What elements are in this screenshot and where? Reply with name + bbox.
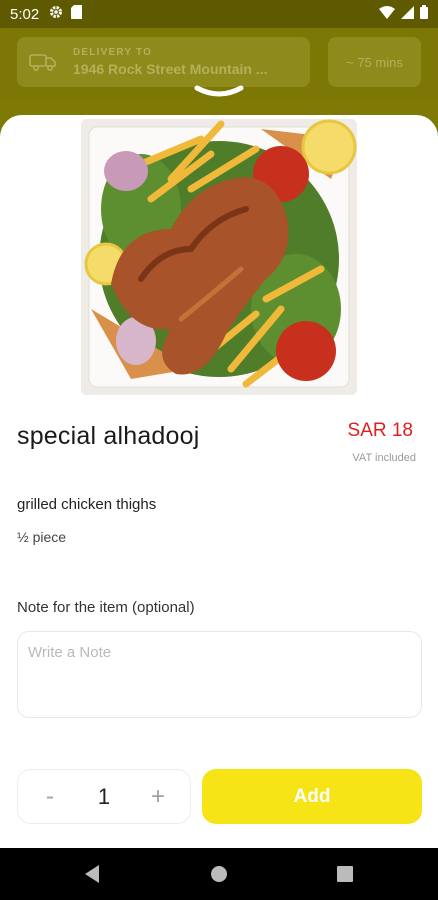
status-time: 5:02	[10, 5, 40, 23]
note-input[interactable]	[17, 631, 422, 718]
settings-icon	[49, 5, 63, 23]
quantity-stepper: - 1 +	[17, 769, 191, 824]
item-image	[81, 119, 357, 395]
item-description: grilled chicken thighs	[17, 496, 157, 513]
wifi-icon	[379, 5, 395, 23]
delivery-label: DELIVERY TO	[73, 47, 153, 58]
back-icon[interactable]	[83, 864, 101, 884]
increase-quantity-button[interactable]: +	[148, 783, 168, 811]
decrease-quantity-button[interactable]: -	[40, 783, 60, 811]
collapse-chevron-icon[interactable]	[194, 84, 244, 102]
signal-icon	[401, 5, 414, 23]
sim-card-icon	[71, 5, 83, 23]
item-detail-sheet: special alhadooj SAR 18 VAT included gri…	[0, 115, 438, 848]
item-portion: ½ piece	[17, 529, 67, 545]
system-nav-bar	[0, 848, 438, 900]
add-to-cart-button[interactable]: Add	[202, 769, 422, 824]
status-bar: 5:02	[0, 0, 438, 28]
recents-icon[interactable]	[336, 864, 354, 884]
delivery-address: 1946 Rock Street Mountain ...	[73, 61, 268, 77]
delivery-truck-icon	[29, 54, 56, 72]
quantity-value: 1	[97, 783, 111, 809]
item-title: special alhadooj	[17, 422, 200, 450]
eta-text: ~ 75 mins	[346, 54, 403, 70]
item-price: SAR 18	[347, 420, 413, 441]
eta-badge[interactable]: ~ 75 mins	[328, 37, 421, 87]
home-icon[interactable]	[210, 864, 228, 884]
note-label: Note for the item (optional)	[17, 599, 195, 616]
delivery-address-card[interactable]: DELIVERY TO 1946 Rock Street Mountain ..…	[17, 37, 310, 87]
battery-icon	[420, 5, 428, 23]
vat-note: VAT included	[352, 452, 416, 464]
